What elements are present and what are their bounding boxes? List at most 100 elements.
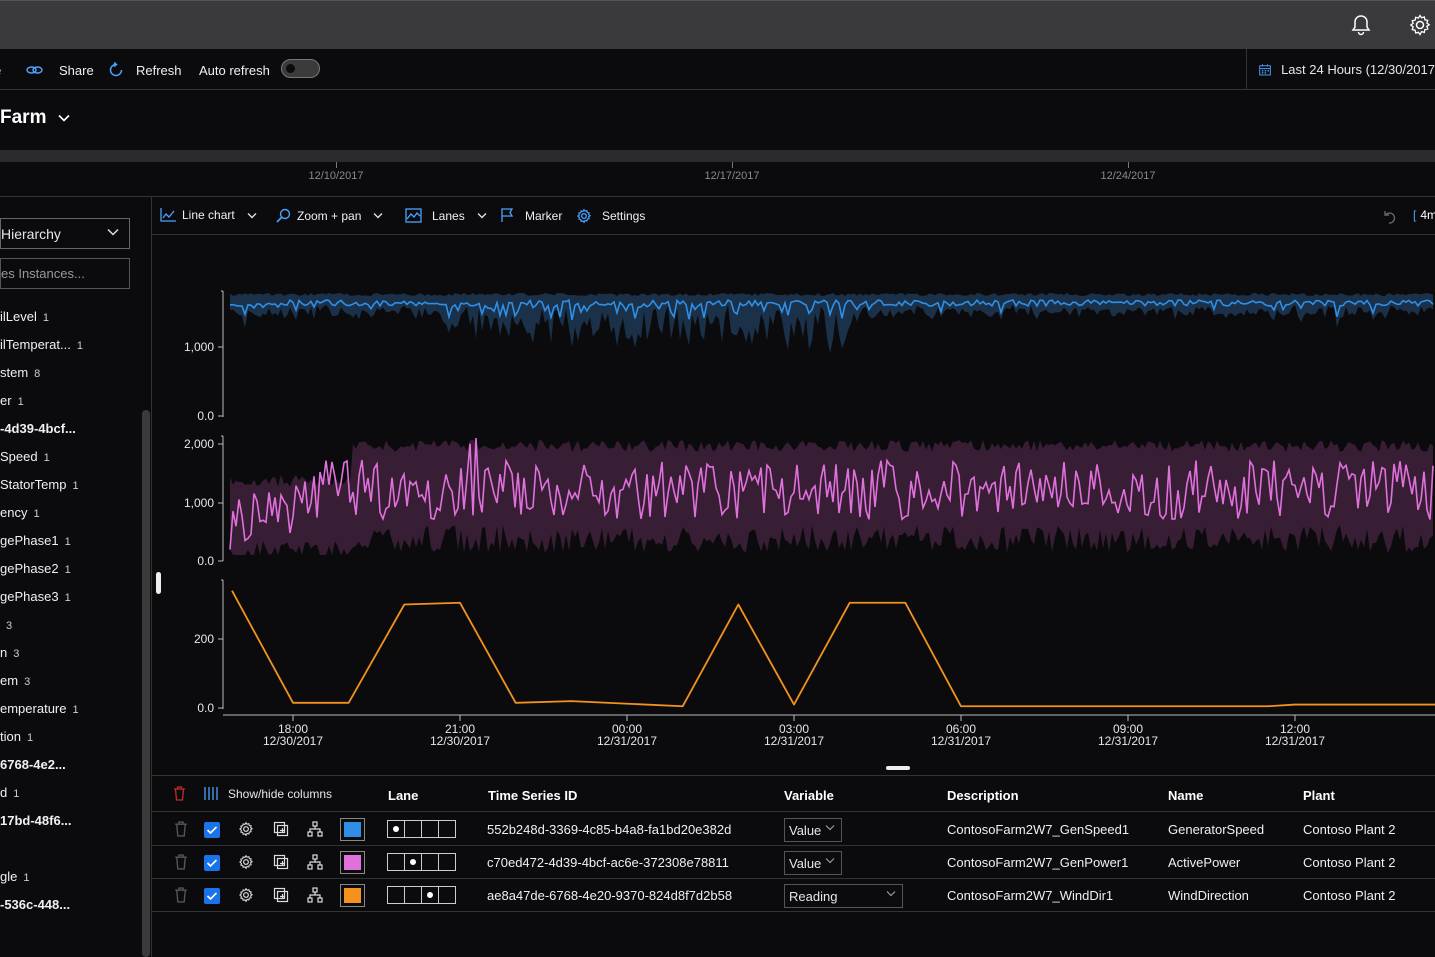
columns-icon [204,787,218,800]
variable-select[interactable]: Value [784,818,842,842]
hierarchy-icon[interactable] [307,854,323,870]
tree-item[interactable]: gePhase1 1 [0,533,71,548]
tree-item[interactable]: ency 1 [0,505,40,520]
lane-selector[interactable] [387,820,456,838]
lane-slot[interactable] [405,887,422,903]
column-header-variable[interactable]: Variable [784,788,834,803]
hierarchy-icon[interactable] [307,887,323,903]
column-header-tsid[interactable]: Time Series ID [488,788,577,803]
gear-icon[interactable] [1408,13,1432,37]
column-header-name[interactable]: Name [1168,788,1203,803]
availability-strip[interactable] [0,150,1435,162]
series-color-swatch[interactable] [340,818,365,841]
series-color-swatch[interactable] [340,851,365,874]
x-tick-date: 12/31/2017 [1265,734,1325,748]
table-row[interactable]: ae8a47de-6768-4e20-9370-824d8f7d2b58 Read… [152,879,1435,912]
lane-selector[interactable] [387,886,456,904]
lane-slot[interactable] [388,887,405,903]
interval-indicator[interactable]: [4m [1413,208,1435,222]
tree-item[interactable]: Speed 1 [0,449,50,464]
lane-slot[interactable] [405,854,422,870]
lane-slot[interactable] [439,887,455,903]
tree-item[interactable]: gePhase2 1 [0,561,71,576]
instance-search-input[interactable]: es Instances... [0,258,130,289]
lane-slot[interactable] [388,821,405,837]
lane-slot[interactable] [439,821,455,837]
tree-item-label: em [0,673,19,688]
tree-item[interactable]: gle 1 [0,869,29,884]
table-row[interactable]: c70ed472-4d39-4bcf-ac6e-372308e78811 Valu… [152,846,1435,879]
series-color-swatch[interactable] [340,884,365,907]
tree-item[interactable]: gePhase3 1 [0,589,71,604]
trash-icon[interactable] [173,786,186,801]
tree-item[interactable]: tion 1 [0,729,33,744]
chart-settings-button[interactable]: Settings [576,208,645,224]
lane-slot[interactable] [405,821,422,837]
marker-button[interactable]: Marker [500,208,562,223]
lanes-button[interactable]: Lanes [405,208,487,223]
tree-item[interactable]: 17bd-48f6... [0,813,72,828]
hierarchy-select[interactable]: Hierarchy [0,218,130,249]
availability-timeline[interactable]: 12/10/2017 12/17/2017 12/24/2017 [0,150,1435,197]
tree-item[interactable]: 3 [0,617,12,632]
tree-item-label: gle [0,869,18,884]
lane-slot[interactable] [422,854,439,870]
tree-item-count: 1 [33,508,40,520]
line-chart[interactable]: 1,0000.02,0001,0000.02000.018:0012/30/20… [152,235,1435,755]
lane-slot[interactable] [388,854,405,870]
tree-item-label: er [0,393,12,408]
table-row[interactable]: 552b248d-3369-4c85-b4a8-fa1bd20e382d Valu… [152,813,1435,846]
hierarchy-icon[interactable] [307,821,323,837]
tree-item[interactable]: StatorTemp 1 [0,477,79,492]
chevron-down-icon [58,114,71,122]
trash-icon[interactable] [173,821,189,837]
tree-item[interactable]: emperature 1 [0,701,79,716]
show-hide-columns-button[interactable]: Show/hide columns [204,786,332,801]
auto-refresh-toggle[interactable] [281,59,320,78]
tree-item[interactable]: -536c-448... [0,897,70,912]
bell-icon[interactable] [1349,13,1373,37]
column-header-description[interactable]: Description [947,788,1019,803]
tree-item-count: 8 [34,368,41,380]
grid-resize-handle[interactable] [886,766,910,770]
lane-slot[interactable] [422,887,439,903]
tree-item[interactable]: stem 8 [0,365,40,380]
date-range-picker[interactable]: Last 24 Hours (12/30/2017 [1246,49,1435,90]
visibility-checkbox[interactable] [204,888,220,904]
tree-item[interactable]: er 1 [0,393,24,408]
duplicate-icon[interactable] [273,887,289,903]
lane-slot[interactable] [439,854,455,870]
undo-icon[interactable] [1381,208,1397,224]
column-header-plant[interactable]: Plant [1303,788,1335,803]
trash-icon[interactable] [173,854,189,870]
gear-icon[interactable] [238,821,254,837]
duplicate-icon[interactable] [273,854,289,870]
lane-slot[interactable] [422,821,439,837]
gear-icon[interactable] [238,887,254,903]
visibility-checkbox[interactable] [204,822,220,838]
tree-item[interactable]: ilTemperat... 1 [0,337,83,352]
zoom-pan-button[interactable]: Zoom + pan [276,208,383,223]
pane-resize-handle[interactable] [156,572,161,594]
chart-type-button[interactable]: Line chart [160,208,257,222]
tree-scrollbar[interactable] [142,410,150,957]
lane-selector[interactable] [387,853,456,871]
variable-select[interactable]: Reading [784,884,903,908]
variable-select[interactable]: Value [784,851,842,875]
visibility-checkbox[interactable] [204,855,220,871]
tree-item[interactable]: em 3 [0,673,30,688]
tree-item[interactable]: 6768-4e2... [0,757,66,772]
tree-item[interactable]: -4d39-4bcf... [0,421,76,436]
share-button[interactable]: Share [26,61,94,79]
column-header-lane[interactable]: Lane [388,788,418,803]
gear-icon[interactable] [238,854,254,870]
environment-selector[interactable]: Farm [0,107,71,129]
tree-item[interactable]: ilLevel 1 [0,309,49,324]
tree-item-count: 3 [24,676,31,688]
trash-icon[interactable] [173,887,189,903]
tree-item[interactable]: n3 [0,645,19,660]
tree-item[interactable]: d1 [0,785,19,800]
timeline-tick [1128,162,1129,168]
duplicate-icon[interactable] [273,821,289,837]
refresh-button[interactable]: Refresh [108,61,182,79]
